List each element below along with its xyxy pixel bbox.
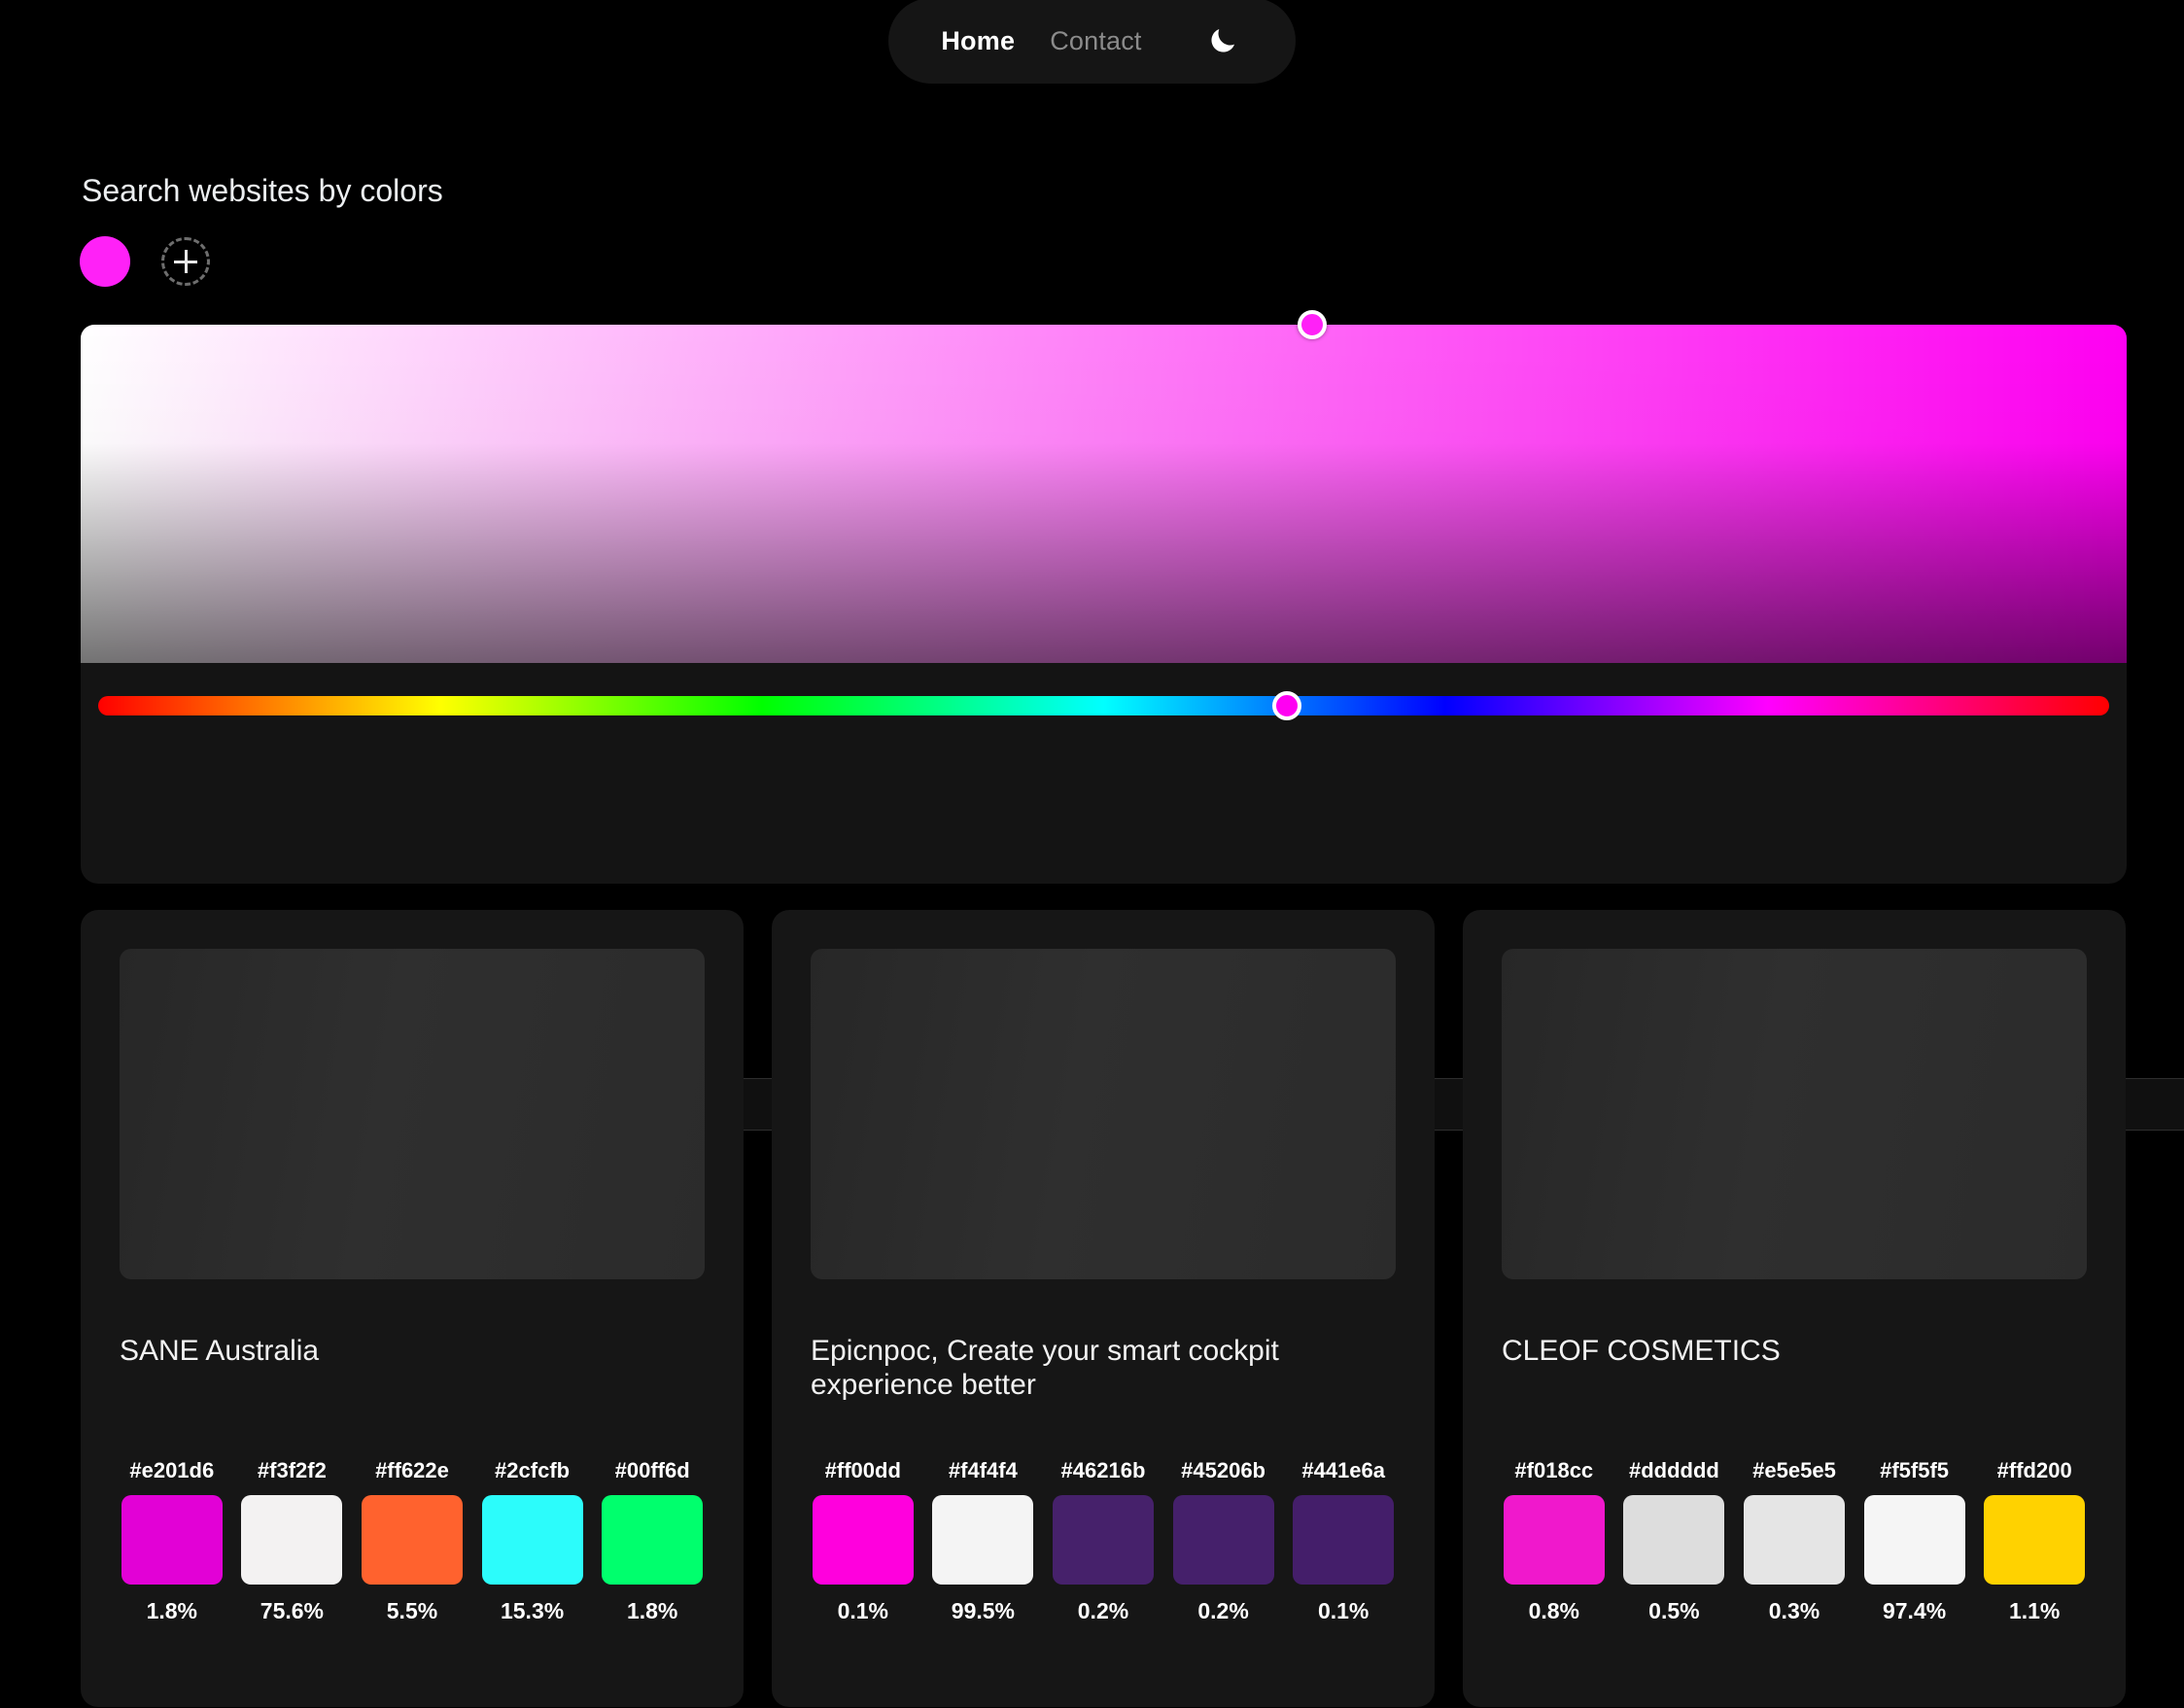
palette-entry: #441e6a 0.1% xyxy=(1291,1458,1396,1624)
palette-color-chip[interactable] xyxy=(1504,1495,1605,1585)
palette-entry: #45206b 0.2% xyxy=(1171,1458,1276,1624)
palette-color-chip[interactable] xyxy=(602,1495,703,1585)
palette-hex-label: #e201d6 xyxy=(129,1458,214,1483)
palette-hex-label: #2cfcfb xyxy=(495,1458,570,1483)
selected-color-swatch[interactable] xyxy=(80,236,130,287)
nav-link-home[interactable]: Home xyxy=(941,26,1015,56)
palette-color-chip[interactable] xyxy=(241,1495,342,1585)
palette-color-chip[interactable] xyxy=(932,1495,1033,1585)
color-palette: #ff00dd0.1%#f4f4f499.5%#46216b0.2%#45206… xyxy=(811,1458,1396,1624)
palette-hex-label: #441e6a xyxy=(1301,1458,1385,1483)
palette-entry: #2cfcfb 15.3% xyxy=(480,1458,585,1624)
palette-hex-label: #f018cc xyxy=(1514,1458,1593,1483)
palette-color-chip[interactable] xyxy=(1173,1495,1274,1585)
palette-percent-label: 0.8% xyxy=(1529,1598,1579,1624)
hue-slider-handle[interactable] xyxy=(1272,691,1301,720)
palette-hex-label: #dddddd xyxy=(1629,1458,1719,1483)
site-thumbnail[interactable] xyxy=(120,949,705,1279)
plus-icon-vertical xyxy=(185,250,188,273)
palette-percent-label: 0.5% xyxy=(1648,1598,1699,1624)
moon-icon[interactable] xyxy=(1202,20,1243,61)
color-palette: #e201d6 1.8% #f3f2f2 75.6% #ff622e 5.5% #2cfcf… xyxy=(120,1458,705,1624)
palette-entry: #46216b 0.2% xyxy=(1051,1458,1156,1624)
saturation-value-handle[interactable] xyxy=(1298,310,1327,339)
site-thumbnail[interactable] xyxy=(811,949,1396,1279)
palette-color-chip[interactable] xyxy=(813,1495,914,1585)
hue-slider-track[interactable] xyxy=(98,696,2109,715)
palette-percent-label: 0.2% xyxy=(1197,1598,1248,1624)
palette-entry: #00ff6d 1.8% xyxy=(600,1458,705,1624)
palette-hex-label: #ff00dd xyxy=(825,1458,901,1483)
palette-percent-label: 97.4% xyxy=(1883,1598,1946,1624)
palette-percent-label: 1.1% xyxy=(2009,1598,2060,1624)
site-thumbnail[interactable] xyxy=(1502,949,2087,1279)
palette-percent-label: 1.8% xyxy=(627,1598,677,1624)
palette-color-chip[interactable] xyxy=(1053,1495,1154,1585)
add-color-button[interactable] xyxy=(161,237,210,286)
hue-slider[interactable] xyxy=(98,686,2109,725)
palette-entry: #f4f4f4 99.5% xyxy=(931,1458,1036,1624)
palette-hex-label: #ffd200 xyxy=(1997,1458,2072,1483)
site-title: CLEOF COSMETICS xyxy=(1502,1334,2087,1404)
palette-hex-label: #45206b xyxy=(1181,1458,1265,1483)
palette-hex-label: #00ff6d xyxy=(615,1458,690,1483)
palette-hex-label: #f4f4f4 xyxy=(949,1458,1018,1483)
palette-percent-label: 0.1% xyxy=(838,1598,888,1624)
palette-entry: #ff00dd 0.1% xyxy=(811,1458,916,1624)
palette-entry: #e5e5e5 0.3% xyxy=(1742,1458,1847,1624)
saturation-value-area[interactable] xyxy=(81,325,2127,663)
palette-hex-label: #f5f5f5 xyxy=(1880,1458,1949,1483)
site-result-card[interactable]: SANE Australia #e201d6 1.8% #f3f2f2 75.6% #ff… xyxy=(81,910,744,1707)
palette-entry: #e201d6 1.8% xyxy=(120,1458,225,1624)
palette-percent-label: 99.5% xyxy=(952,1598,1015,1624)
results-grid: SANE Australia #e201d6 1.8% #f3f2f2 75.6% #ff… xyxy=(81,910,2127,1707)
site-title: Epicnpoc, Create your smart cockpit expe… xyxy=(811,1334,1396,1404)
color-picker-panel: #ff21f7 HEX xyxy=(81,325,2127,884)
site-result-card[interactable]: CLEOF COSMETICS #f018cc 0.8% #dddddd 0.5% #e5… xyxy=(1463,910,2126,1707)
palette-hex-label: #ff622e xyxy=(375,1458,449,1483)
palette-percent-label: 0.3% xyxy=(1769,1598,1820,1624)
palette-color-chip[interactable] xyxy=(1744,1495,1845,1585)
site-result-card[interactable]: Epicnpoc, Create your smart cockpit expe… xyxy=(772,910,1435,1707)
palette-entry: #ff622e 5.5% xyxy=(360,1458,465,1624)
palette-entry: #ffd200 1.1% xyxy=(1982,1458,2087,1624)
palette-color-chip[interactable] xyxy=(1984,1495,2085,1585)
palette-entry: #f5f5f5 97.4% xyxy=(1862,1458,1967,1624)
palette-color-chip[interactable] xyxy=(121,1495,223,1585)
nav-pill: Home Contact xyxy=(888,0,1295,84)
top-navigation-bar: Home Contact xyxy=(0,0,2184,84)
palette-color-chip[interactable] xyxy=(482,1495,583,1585)
palette-percent-label: 5.5% xyxy=(387,1598,437,1624)
palette-percent-label: 75.6% xyxy=(260,1598,324,1624)
color-palette: #f018cc 0.8% #dddddd 0.5% #e5e5e5 0.3% #f5f5f5… xyxy=(1502,1458,2087,1624)
palette-entry: #dddddd 0.5% xyxy=(1622,1458,1727,1624)
palette-percent-label: 0.1% xyxy=(1318,1598,1369,1624)
palette-hex-label: #46216b xyxy=(1061,1458,1146,1483)
palette-hex-label: #e5e5e5 xyxy=(1752,1458,1836,1483)
palette-percent-label: 1.8% xyxy=(147,1598,197,1624)
nav-link-contact[interactable]: Contact xyxy=(1050,26,1141,56)
page-title: Search websites by colors xyxy=(82,173,443,209)
palette-color-chip[interactable] xyxy=(362,1495,463,1585)
site-title: SANE Australia xyxy=(120,1334,705,1404)
palette-color-chip[interactable] xyxy=(1864,1495,1965,1585)
palette-color-chip[interactable] xyxy=(1623,1495,1724,1585)
selected-colors-row xyxy=(80,236,210,287)
palette-entry: #f018cc 0.8% xyxy=(1502,1458,1607,1624)
palette-percent-label: 0.2% xyxy=(1078,1598,1128,1624)
palette-hex-label: #f3f2f2 xyxy=(258,1458,327,1483)
palette-color-chip[interactable] xyxy=(1293,1495,1394,1585)
palette-entry: #f3f2f2 75.6% xyxy=(240,1458,345,1624)
palette-percent-label: 15.3% xyxy=(501,1598,564,1624)
